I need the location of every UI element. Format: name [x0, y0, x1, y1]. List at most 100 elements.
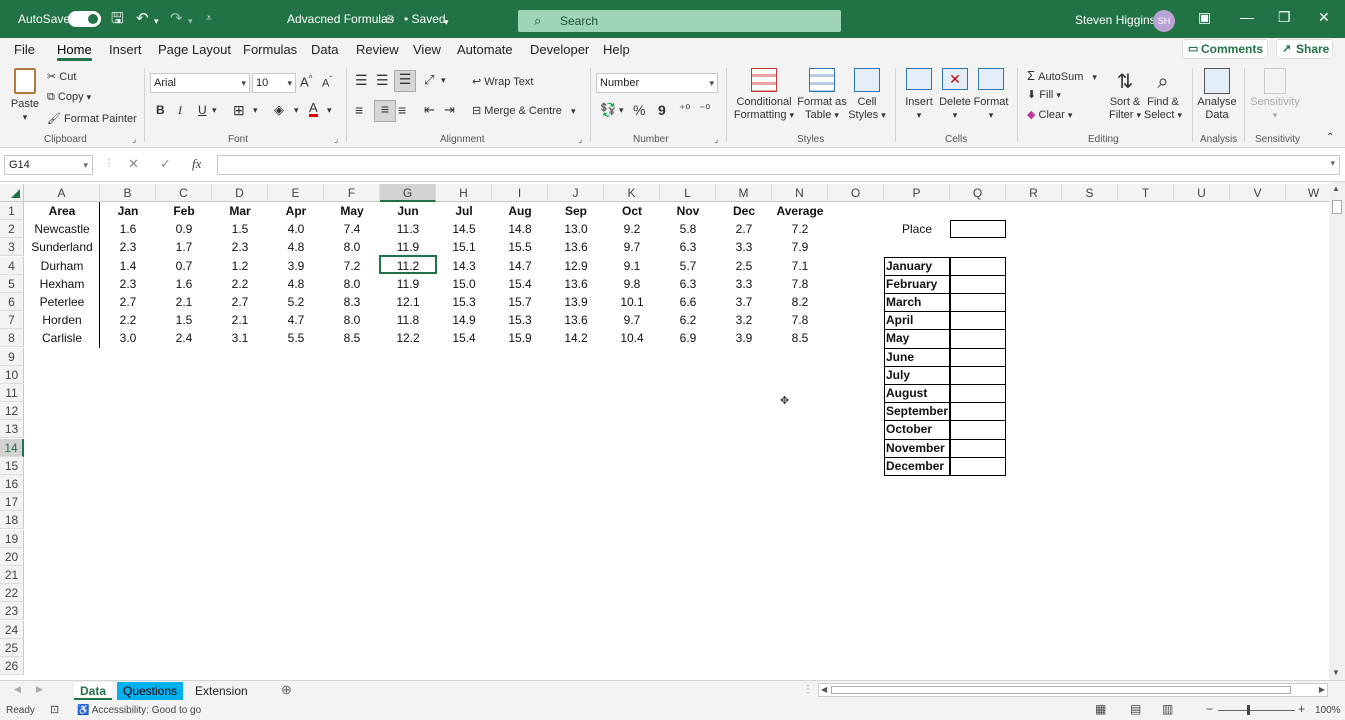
value-cell[interactable]: 3.1: [212, 329, 268, 347]
increase-indent-icon[interactable]: ⇥: [444, 102, 455, 118]
value-cell[interactable]: 13.6: [548, 238, 604, 256]
copy-button[interactable]: ⧉ Copy ▾: [47, 91, 91, 104]
value-cell[interactable]: 5.5: [268, 329, 324, 347]
area-cell[interactable]: Carlisle: [24, 329, 100, 347]
value-cell[interactable]: 11.3: [380, 220, 436, 238]
value-cell[interactable]: 15.3: [492, 311, 548, 329]
borders-icon[interactable]: ⊞: [233, 102, 245, 119]
document-title[interactable]: Advacned Formulas: [287, 12, 394, 26]
orientation-icon[interactable]: ⤢: [424, 72, 434, 88]
value-cell[interactable]: 1.6: [100, 220, 156, 238]
header-cell-mar[interactable]: Mar: [212, 202, 268, 220]
font-color-icon[interactable]: A: [309, 101, 318, 117]
value-cell[interactable]: 13.6: [548, 275, 604, 293]
value-cell[interactable]: 15.4: [492, 275, 548, 293]
tab-developer[interactable]: Developer: [530, 42, 589, 57]
conditional-formatting-button[interactable]: Conditional Formatting ▾: [733, 68, 795, 122]
merge-centre-button[interactable]: ⊟ Merge & Centre ▾: [472, 104, 576, 117]
value-cell[interactable]: 11.9: [380, 238, 436, 256]
value-cell[interactable]: 14.9: [436, 311, 492, 329]
value-cell[interactable]: 3.7: [716, 293, 772, 311]
month-value-cell[interactable]: [950, 347, 1006, 367]
column-header-a[interactable]: A: [24, 184, 100, 202]
prev-sheet-icon[interactable]: ◀: [14, 684, 21, 695]
undo-dropdown-icon[interactable]: ▾: [154, 11, 159, 31]
value-cell[interactable]: 2.3: [100, 275, 156, 293]
header-cell-aug[interactable]: Aug: [492, 202, 548, 220]
alignment-launcher-icon[interactable]: ⌟: [578, 134, 582, 145]
value-cell[interactable]: 8.0: [324, 311, 380, 329]
header-cell-may[interactable]: May: [324, 202, 380, 220]
area-cell[interactable]: Horden: [24, 311, 100, 329]
value-cell[interactable]: 7.8: [772, 275, 828, 293]
value-cell[interactable]: 3.9: [716, 329, 772, 347]
value-cell[interactable]: 15.4: [436, 329, 492, 347]
clipboard-launcher-icon[interactable]: ⌟: [132, 134, 136, 145]
value-cell[interactable]: 11.8: [380, 311, 436, 329]
row-header-14[interactable]: 14: [0, 438, 24, 457]
share-button[interactable]: ↗ Share: [1276, 39, 1333, 59]
value-cell[interactable]: 14.5: [436, 220, 492, 238]
tab-view[interactable]: View: [413, 42, 441, 57]
value-cell[interactable]: 7.4: [324, 220, 380, 238]
row-header-24[interactable]: 24: [0, 620, 24, 639]
area-cell[interactable]: Sunderland: [24, 238, 100, 256]
value-cell[interactable]: 8.5: [324, 329, 380, 347]
value-cell[interactable]: 1.5: [156, 311, 212, 329]
format-cells-button[interactable]: Format ▾: [973, 68, 1009, 122]
month-value-cell[interactable]: [950, 329, 1006, 349]
find-select-button[interactable]: ⌕ Find & Select ▾: [1143, 68, 1183, 122]
month-label-cell[interactable]: [884, 274, 950, 294]
row-header-19[interactable]: 19: [0, 529, 24, 548]
value-cell[interactable]: 13.0: [548, 220, 604, 238]
redo-icon[interactable]: ↷: [170, 9, 183, 29]
month-value-cell[interactable]: [950, 402, 1006, 422]
ribbon-display-icon[interactable]: ▣: [1198, 9, 1211, 26]
value-cell[interactable]: 12.9: [548, 257, 604, 275]
value-cell[interactable]: 4.8: [268, 275, 324, 293]
month-label-cell[interactable]: [884, 256, 950, 276]
header-cell-apr[interactable]: Apr: [268, 202, 324, 220]
value-cell[interactable]: 14.3: [436, 257, 492, 275]
value-cell[interactable]: 14.2: [548, 329, 604, 347]
value-cell[interactable]: 5.8: [660, 220, 716, 238]
value-cell[interactable]: 5.2: [268, 293, 324, 311]
row-header-26[interactable]: 26: [0, 657, 24, 675]
page-break-view-icon[interactable]: ▥: [1162, 702, 1173, 716]
value-cell[interactable]: 8.2: [772, 293, 828, 311]
next-sheet-icon[interactable]: ▶: [36, 684, 43, 695]
analyse-data-button[interactable]: Analyse Data: [1197, 68, 1237, 122]
row-header-3[interactable]: 3: [0, 238, 24, 257]
undo-icon[interactable]: ↶: [136, 9, 149, 29]
column-header-t[interactable]: T: [1118, 184, 1174, 202]
row-header-9[interactable]: 9: [0, 347, 24, 366]
value-cell[interactable]: 2.3: [212, 238, 268, 256]
sheet-tab-questions[interactable]: Questions: [117, 682, 184, 700]
close-icon[interactable]: ✕: [1318, 9, 1330, 26]
fill-color-icon[interactable]: ◈: [274, 102, 284, 118]
value-cell[interactable]: 15.3: [436, 293, 492, 311]
italic-button[interactable]: I: [178, 103, 182, 118]
sheet-tab-data[interactable]: Data: [74, 682, 113, 700]
align-bottom-icon[interactable]: ☰: [394, 70, 416, 92]
value-cell[interactable]: 15.9: [492, 329, 548, 347]
value-cell[interactable]: 4.0: [268, 220, 324, 238]
fill-button[interactable]: ⬇ Fill ▾: [1027, 88, 1061, 101]
month-label-cell[interactable]: [884, 329, 950, 349]
value-cell[interactable]: 6.6: [660, 293, 716, 311]
normal-view-icon[interactable]: ▦: [1095, 702, 1106, 716]
scroll-up-icon[interactable]: ▲: [1332, 184, 1340, 193]
font-launcher-icon[interactable]: ⌟: [334, 134, 338, 145]
decrease-indent-icon[interactable]: ⇤: [424, 102, 435, 118]
value-cell[interactable]: 5.7: [660, 257, 716, 275]
column-header-o[interactable]: O: [828, 184, 884, 202]
tab-page-layout[interactable]: Page Layout: [158, 42, 231, 57]
tab-data[interactable]: Data: [311, 42, 338, 57]
scroll-left-icon[interactable]: ◀: [821, 685, 827, 694]
decrease-font-icon[interactable]: Aˇ: [322, 75, 332, 90]
cell-styles-button[interactable]: Cell Styles ▾: [848, 68, 886, 122]
value-cell[interactable]: 8.0: [324, 275, 380, 293]
header-cell-oct[interactable]: Oct: [604, 202, 660, 220]
column-header-r[interactable]: R: [1006, 184, 1062, 202]
column-header-m[interactable]: M: [716, 184, 772, 202]
